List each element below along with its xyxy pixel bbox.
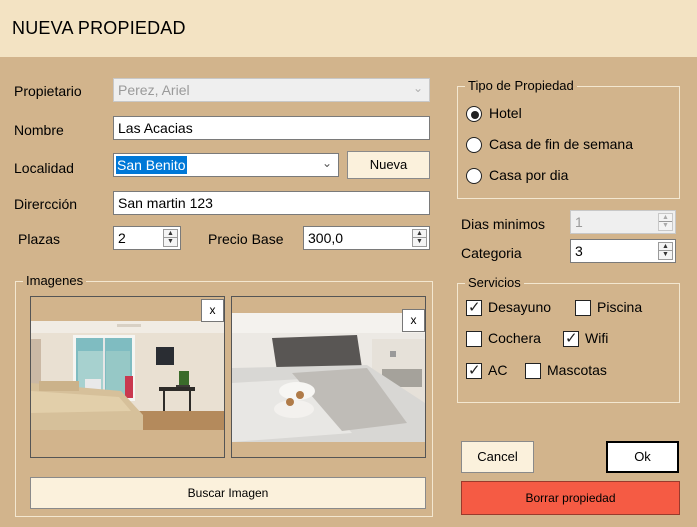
spin-up-icon[interactable]: ▲ — [164, 230, 177, 238]
radio-circle[interactable] — [466, 137, 482, 153]
precio-base-spinner[interactable]: 300,0 ▲ ▼ — [303, 226, 430, 250]
image-slot-2: x — [231, 296, 426, 458]
window-title: NUEVA PROPIEDAD — [12, 18, 186, 38]
radio-circle[interactable] — [466, 168, 482, 184]
categoria-spinner[interactable]: 3 ▲ ▼ — [570, 239, 676, 263]
tipo-propiedad-legend: Tipo de Propiedad — [465, 78, 577, 93]
propietario-combo[interactable]: Perez, Ariel ⌄ — [113, 78, 430, 102]
bedroom-photo-1 — [31, 321, 224, 430]
localidad-combo[interactable]: San Benito ⌄ — [113, 153, 339, 177]
checkbox-ac-label[interactable]: AC — [488, 362, 507, 378]
checkmark-icon: ✓ — [565, 330, 578, 347]
plazas-label: Plazas — [18, 231, 61, 247]
dias-minimos-label: Dias minimos — [461, 216, 546, 232]
checkbox-box[interactable]: ✓ — [563, 330, 579, 347]
checkbox-box[interactable]: ✓ — [466, 362, 482, 379]
spin-up-icon[interactable]: ▲ — [659, 243, 672, 251]
spinner-arrows[interactable]: ▲ ▼ — [658, 213, 673, 231]
checkbox-box[interactable] — [575, 300, 591, 316]
checkbox-box[interactable] — [525, 363, 541, 379]
plazas-value: 2 — [118, 230, 126, 246]
spin-up-icon[interactable]: ▲ — [659, 214, 672, 222]
radio-circle[interactable] — [466, 106, 482, 122]
checkbox-wifi-label[interactable]: Wifi — [585, 330, 608, 346]
servicios-legend: Servicios — [465, 275, 524, 290]
categoria-label: Categoria — [461, 245, 522, 261]
spinner-arrows[interactable]: ▲ ▼ — [412, 229, 427, 247]
nombre-label: Nombre — [14, 122, 64, 138]
checkbox-mascotas-label[interactable]: Mascotas — [547, 362, 607, 378]
checkbox-box[interactable]: ✓ — [466, 299, 482, 316]
imagenes-legend: Imagenes — [23, 273, 87, 288]
direccion-input[interactable]: San martin 123 — [113, 191, 430, 215]
radio-selected-dot — [471, 111, 479, 119]
plazas-spinner[interactable]: 2 ▲ ▼ — [113, 226, 181, 250]
radio-hotel-label[interactable]: Hotel — [489, 105, 522, 121]
spin-down-icon[interactable]: ▼ — [164, 238, 177, 246]
title-bar: NUEVA PROPIEDAD — [0, 0, 697, 57]
precio-base-value: 300,0 — [308, 230, 344, 246]
ok-button[interactable]: Ok — [606, 441, 679, 473]
dias-minimos-spinner[interactable]: 1 ▲ ▼ — [570, 210, 676, 234]
chevron-down-icon: ⌄ — [321, 156, 332, 170]
checkbox-desayuno-label[interactable]: Desayuno — [488, 299, 551, 315]
spin-down-icon[interactable]: ▼ — [413, 238, 426, 246]
dias-minimos-value: 1 — [575, 214, 583, 230]
spinner-arrows[interactable]: ▲ ▼ — [163, 229, 178, 247]
spin-down-icon[interactable]: ▼ — [659, 222, 672, 230]
localidad-label: Localidad — [14, 160, 74, 176]
precio-base-label: Precio Base — [208, 231, 284, 247]
categoria-value: 3 — [575, 243, 583, 259]
direccion-label: Dirercción — [14, 196, 78, 212]
propietario-label: Propietario — [14, 83, 82, 99]
checkmark-icon: ✓ — [468, 299, 481, 316]
buscar-imagen-button[interactable]: Buscar Imagen — [30, 477, 426, 509]
image-slot-1: x — [30, 296, 225, 458]
cancel-button[interactable]: Cancel — [461, 441, 534, 473]
spinner-arrows[interactable]: ▲ ▼ — [658, 242, 673, 260]
nueva-localidad-button[interactable]: Nueva — [347, 151, 430, 179]
remove-image-1-button[interactable]: x — [201, 299, 224, 322]
spin-up-icon[interactable]: ▲ — [413, 230, 426, 238]
checkmark-icon: ✓ — [468, 362, 481, 379]
localidad-value: San Benito — [116, 156, 187, 174]
remove-image-2-button[interactable]: x — [402, 309, 425, 332]
bedroom-photo-2 — [232, 313, 425, 442]
radio-casa-fin-semana-label[interactable]: Casa de fin de semana — [489, 136, 633, 152]
borrar-propiedad-button[interactable]: Borrar propiedad — [461, 481, 680, 515]
propietario-value: Perez, Ariel — [118, 82, 190, 98]
checkbox-box[interactable] — [466, 331, 482, 347]
nombre-input[interactable]: Las Acacias — [113, 116, 430, 140]
checkbox-piscina-label[interactable]: Piscina — [597, 299, 642, 315]
spin-down-icon[interactable]: ▼ — [659, 251, 672, 259]
radio-casa-por-dia-label[interactable]: Casa por dia — [489, 167, 568, 183]
checkbox-cochera-label[interactable]: Cochera — [488, 330, 541, 346]
chevron-down-icon: ⌄ — [412, 81, 423, 95]
